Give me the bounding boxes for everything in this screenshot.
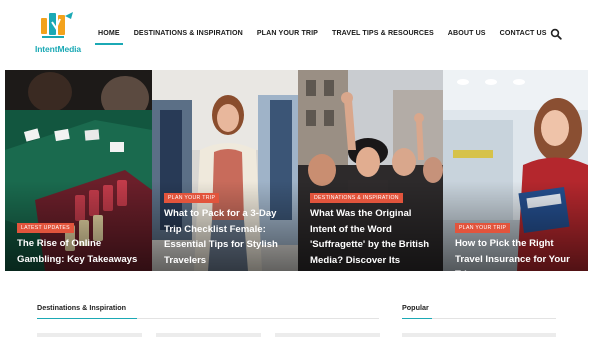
nav-travel-tips-resources[interactable]: TRAVEL TIPS & RESOURCES <box>332 26 434 46</box>
main-nav: HOME DESTINATIONS & INSPIRATION PLAN YOU… <box>95 26 561 46</box>
featured-card[interactable]: PLAN YOUR TRIP How to Pick the Right Tra… <box>443 70 588 271</box>
post-title[interactable]: The Rise of Online Gambling: Key Takeawa… <box>17 236 144 267</box>
nav-contact-us[interactable]: CONTACT US <box>500 26 547 46</box>
featured-card[interactable]: DESTINATIONS & INSPIRATION What Was the … <box>298 70 443 271</box>
post-thumbnail[interactable] <box>37 333 142 337</box>
section-divider <box>37 318 379 319</box>
nav-destinations-inspiration[interactable]: DESTINATIONS & INSPIRATION <box>134 26 243 46</box>
post-thumbnail[interactable] <box>275 333 380 337</box>
search-icon[interactable] <box>550 28 562 40</box>
logo-mark-icon <box>41 12 73 38</box>
featured-card[interactable]: PLAN YOUR TRIP What to Pack for a 3-Day … <box>152 70 298 271</box>
post-title[interactable]: What Was the Original Intent of the Word… <box>310 206 435 271</box>
category-badge[interactable]: LATEST UPDATES <box>17 223 74 233</box>
section-title-popular[interactable]: Popular <box>402 303 429 312</box>
nav-home[interactable]: HOME <box>95 26 123 46</box>
category-badge[interactable]: DESTINATIONS & INSPIRATION <box>310 193 403 203</box>
popular-item[interactable] <box>402 333 556 337</box>
category-badge[interactable]: PLAN YOUR TRIP <box>455 223 511 233</box>
section-title-destinations[interactable]: Destinations & Inspiration <box>37 303 126 312</box>
post-title[interactable]: How to Pick the Right Travel Insurance f… <box>455 236 580 271</box>
nav-plan-your-trip[interactable]: PLAN YOUR TRIP <box>257 26 318 46</box>
post-thumbnail[interactable] <box>156 333 261 337</box>
site-logo[interactable]: IntentMedia <box>32 10 84 56</box>
category-badge[interactable]: PLAN YOUR TRIP <box>164 193 220 203</box>
logo-text: IntentMedia <box>34 44 82 54</box>
section-divider-accent <box>402 318 432 319</box>
post-title[interactable]: What to Pack for a 3-Day Trip Checklist … <box>164 206 290 268</box>
featured-posts: LATEST UPDATES The Rise of Online Gambli… <box>5 70 588 271</box>
featured-card[interactable]: LATEST UPDATES The Rise of Online Gambli… <box>5 70 152 271</box>
section-divider-accent <box>37 318 137 319</box>
section-divider <box>402 318 556 319</box>
site-header: IntentMedia HOME DESTINATIONS & INSPIRAT… <box>0 0 592 70</box>
nav-about-us[interactable]: ABOUT US <box>448 26 486 46</box>
